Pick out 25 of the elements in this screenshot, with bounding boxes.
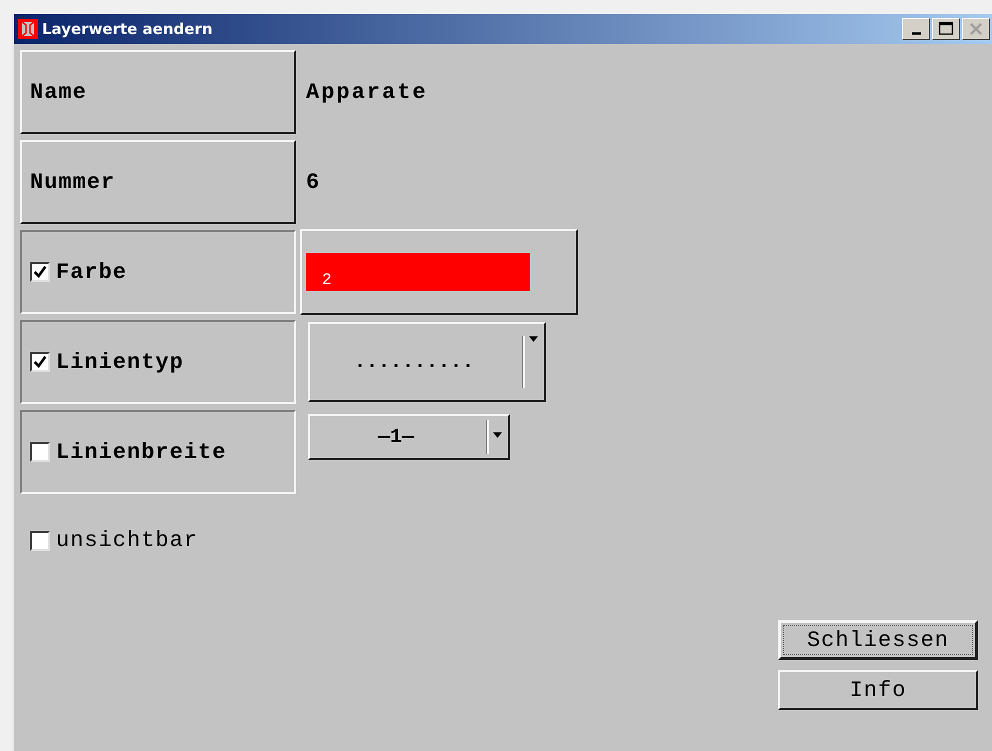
option-checkbox[interactable]: Linientyp: [20, 320, 296, 404]
info-button[interactable]: Info: [778, 670, 978, 710]
minimize-button[interactable]: [902, 18, 930, 40]
caret-icon: [529, 336, 538, 342]
dropdown[interactable]: —1—: [308, 414, 510, 460]
window-title: Layerwerte aendern: [42, 20, 214, 38]
close-icon: [967, 21, 985, 37]
option-checkbox[interactable]: Linienbreite: [20, 410, 296, 494]
dropdown[interactable]: ..........: [308, 322, 546, 402]
maximize-icon: [937, 21, 955, 37]
field-value: 6: [306, 170, 322, 194]
check-icon: [32, 264, 48, 280]
maximize-button[interactable]: [932, 18, 960, 40]
minimize-icon: [912, 32, 920, 35]
close-dialog-button[interactable]: Schliessen: [778, 620, 978, 660]
option-checkbox[interactable]: Farbe: [20, 230, 296, 314]
caret-icon: [493, 432, 502, 438]
app-icon: [18, 19, 38, 39]
unsichtbar-checkbox[interactable]: unsichtbar: [30, 528, 198, 553]
color-button[interactable]: 2: [300, 229, 578, 315]
color-swatch: 2: [306, 253, 530, 291]
field-label-button[interactable]: Nummer: [20, 140, 296, 224]
field-label-button[interactable]: Name: [20, 50, 296, 134]
field-value: Apparate: [306, 80, 428, 104]
check-icon: [32, 354, 48, 370]
